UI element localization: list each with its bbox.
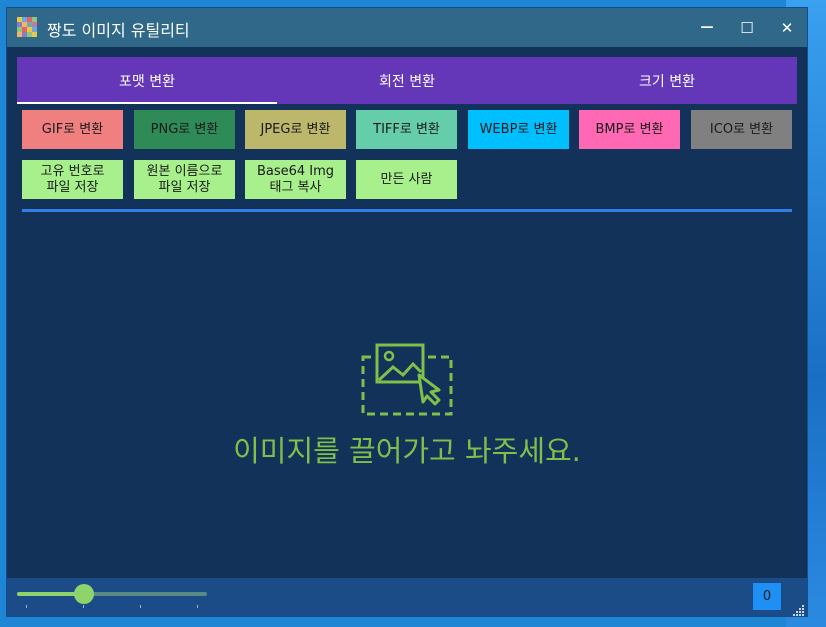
drop-zone-message: 이미지를 끌어가고 놔주세요. [233,434,581,468]
close-icon: ✕ [780,18,794,37]
slider-tick [26,605,27,608]
slider-tick [197,605,198,608]
save-original-name-button[interactable]: 원본 이름으로 파일 저장 [134,160,235,199]
webp-convert-button[interactable]: WEBP로 변환 [468,110,569,149]
button-label-line2: 태그 복사 [269,179,322,195]
zoom-slider-thumb[interactable] [73,584,94,604]
toolbar-divider [22,209,792,212]
about-author-button[interactable]: 만든 사람 [356,160,457,199]
button-label-line1: 고유 번호로 [40,163,105,179]
tab-format-convert[interactable]: 포맷 변환 [17,57,277,104]
png-convert-button[interactable]: PNG로 변환 [134,110,235,149]
jpeg-convert-button[interactable]: JPEG로 변환 [245,110,346,149]
tab-bar: 포맷 변환 회전 변환 크기 변환 [17,57,797,104]
tab-rotate-convert[interactable]: 회전 변환 [277,57,537,104]
maximize-button[interactable]: ☐ [727,8,767,47]
gif-convert-button[interactable]: GIF로 변환 [22,110,123,149]
button-label-line2: 파일 저장 [46,179,99,195]
button-label-line1: 원본 이름으로 [146,163,223,179]
maximize-icon: ☐ [740,18,754,37]
window-title: 짱도 이미지 유틸리티 [47,21,190,40]
bmp-convert-button[interactable]: BMP로 변환 [579,110,680,149]
title-bar[interactable]: 짱도 이미지 유틸리티 — ☐ ✕ [7,8,807,47]
minimize-button[interactable]: — [687,8,727,47]
button-label-line2: 파일 저장 [158,179,211,195]
copy-base64-tag-button[interactable]: Base64 Img 태그 복사 [245,160,346,199]
image-count-badge: 0 [753,583,781,610]
minimize-icon: — [700,20,714,35]
tiff-convert-button[interactable]: TIFF로 변환 [356,110,457,149]
app-window: 짱도 이미지 유틸리티 — ☐ ✕ 포맷 변환 회전 변환 크기 변환 GIF로… [7,8,807,616]
ico-convert-button[interactable]: ICO로 변환 [691,110,792,149]
slider-tick [140,605,141,608]
save-unique-number-button[interactable]: 고유 번호로 파일 저장 [22,160,123,199]
mosaic-app-icon [17,17,37,37]
resize-grip-icon[interactable] [793,604,805,616]
image-drop-icon [361,343,453,416]
status-bar [7,578,807,616]
close-button[interactable]: ✕ [767,8,807,47]
tab-size-convert[interactable]: 크기 변환 [537,57,797,104]
button-label-line1: Base64 Img [256,163,335,179]
slider-tick [83,605,84,608]
